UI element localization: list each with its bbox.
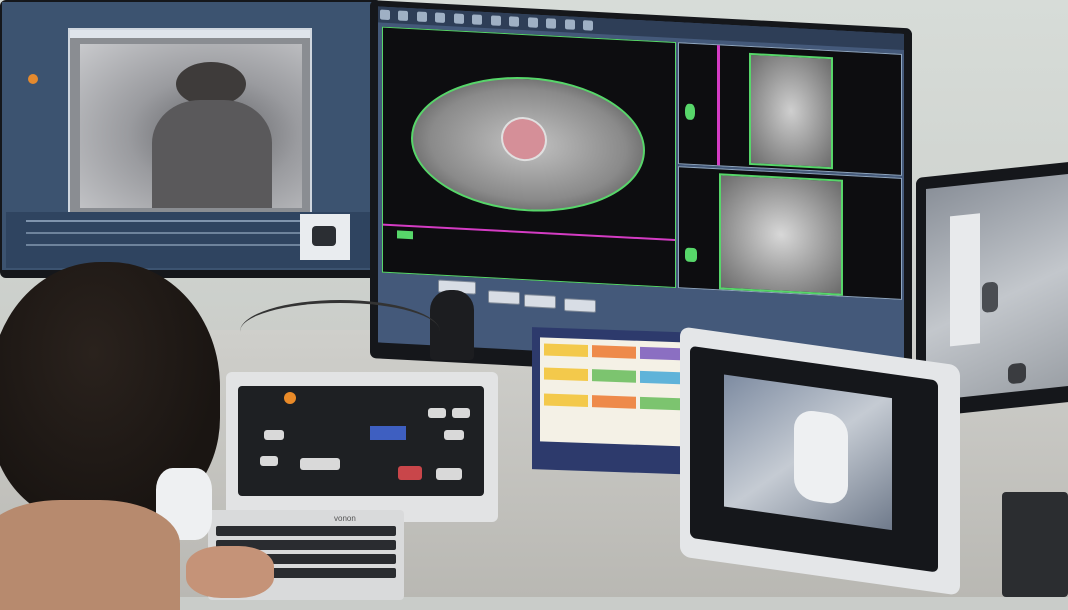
- blue-display: [370, 426, 406, 440]
- calendar-cell: [640, 346, 684, 361]
- magenta-guide-line: [717, 45, 720, 166]
- pen-holder: [1002, 492, 1068, 597]
- camera-feed-window[interactable]: [68, 28, 312, 214]
- toolbar-tool-icon[interactable]: [453, 13, 464, 24]
- toolbar-tool-icon[interactable]: [490, 15, 501, 26]
- control-button[interactable]: [436, 468, 462, 480]
- green-marker-icon: [397, 230, 413, 240]
- person-icon: [982, 281, 998, 314]
- toolbar-tool-icon[interactable]: [509, 16, 520, 27]
- doorway-shape: [950, 213, 980, 347]
- patient-camera-image: [80, 44, 302, 208]
- control-button[interactable]: [428, 408, 446, 418]
- person-icon: [685, 247, 697, 263]
- info-row: [26, 232, 326, 234]
- dose-line: [383, 223, 675, 241]
- orange-indicator-icon: [28, 74, 38, 84]
- operator-shoulder: [0, 500, 180, 610]
- keyboard-brand: vonon: [334, 514, 356, 523]
- operator-hand: [186, 546, 274, 598]
- coronal-ct-view[interactable]: [678, 166, 902, 300]
- toolbar-tool-icon[interactable]: [435, 12, 446, 23]
- toolbar-tool-icon[interactable]: [527, 17, 538, 28]
- calendar-cell: [544, 343, 588, 358]
- viewer-action-button[interactable]: [488, 290, 520, 305]
- toolbar-tool-icon[interactable]: [380, 9, 390, 21]
- tablet-screen-frame: [690, 345, 938, 573]
- control-button[interactable]: [260, 456, 278, 466]
- toolbar-tool-icon[interactable]: [416, 11, 427, 22]
- control-panel-face: [238, 386, 484, 496]
- cables: [240, 300, 440, 363]
- toolbar-tool-icon[interactable]: [546, 18, 557, 29]
- toolbar-tool-icon[interactable]: [472, 14, 483, 25]
- info-row: [26, 220, 346, 222]
- calendar-cell: [592, 369, 636, 383]
- person-icon: [685, 103, 695, 121]
- keyboard-key[interactable]: [216, 526, 396, 536]
- ct-scan-icon: [312, 226, 336, 246]
- calendar-cell: [544, 393, 588, 408]
- stop-button[interactable]: [398, 466, 422, 480]
- control-button[interactable]: [444, 430, 464, 440]
- patient-body-shape: [152, 100, 272, 208]
- calendar-page: [540, 337, 690, 447]
- axial-ct-view[interactable]: [382, 26, 676, 289]
- calendar-cell: [592, 395, 636, 409]
- control-button[interactable]: [300, 458, 340, 470]
- toolbar-tool-icon[interactable]: [582, 20, 593, 31]
- info-row: [26, 244, 306, 246]
- viewer-action-button[interactable]: [564, 298, 596, 313]
- sagittal-anatomy: [749, 52, 833, 170]
- desk-calendar: [532, 327, 700, 475]
- treatment-machine-shape: [794, 408, 848, 506]
- calendar-cell: [640, 396, 684, 411]
- treatment-control-panel: [226, 372, 498, 522]
- toolbar-tool-icon[interactable]: [564, 19, 575, 30]
- viewer-action-button[interactable]: [524, 294, 556, 309]
- control-button[interactable]: [452, 408, 470, 418]
- coronal-anatomy: [719, 173, 843, 296]
- patient-position-thumbnail[interactable]: [300, 214, 350, 260]
- sagittal-ct-view[interactable]: [678, 42, 902, 176]
- left-monitor-screen: [2, 2, 378, 270]
- calendar-cell: [640, 370, 684, 385]
- camera-feed-title-bar: [70, 30, 310, 38]
- person-icon: [1008, 362, 1026, 385]
- calendar-cell: [544, 367, 588, 382]
- orange-status-light-icon: [284, 392, 296, 404]
- control-button[interactable]: [264, 430, 284, 440]
- tablet-device: [680, 326, 960, 596]
- calendar-cell: [592, 345, 636, 359]
- tablet-camera-feed[interactable]: [724, 374, 892, 531]
- toolbar-tool-icon[interactable]: [398, 10, 409, 22]
